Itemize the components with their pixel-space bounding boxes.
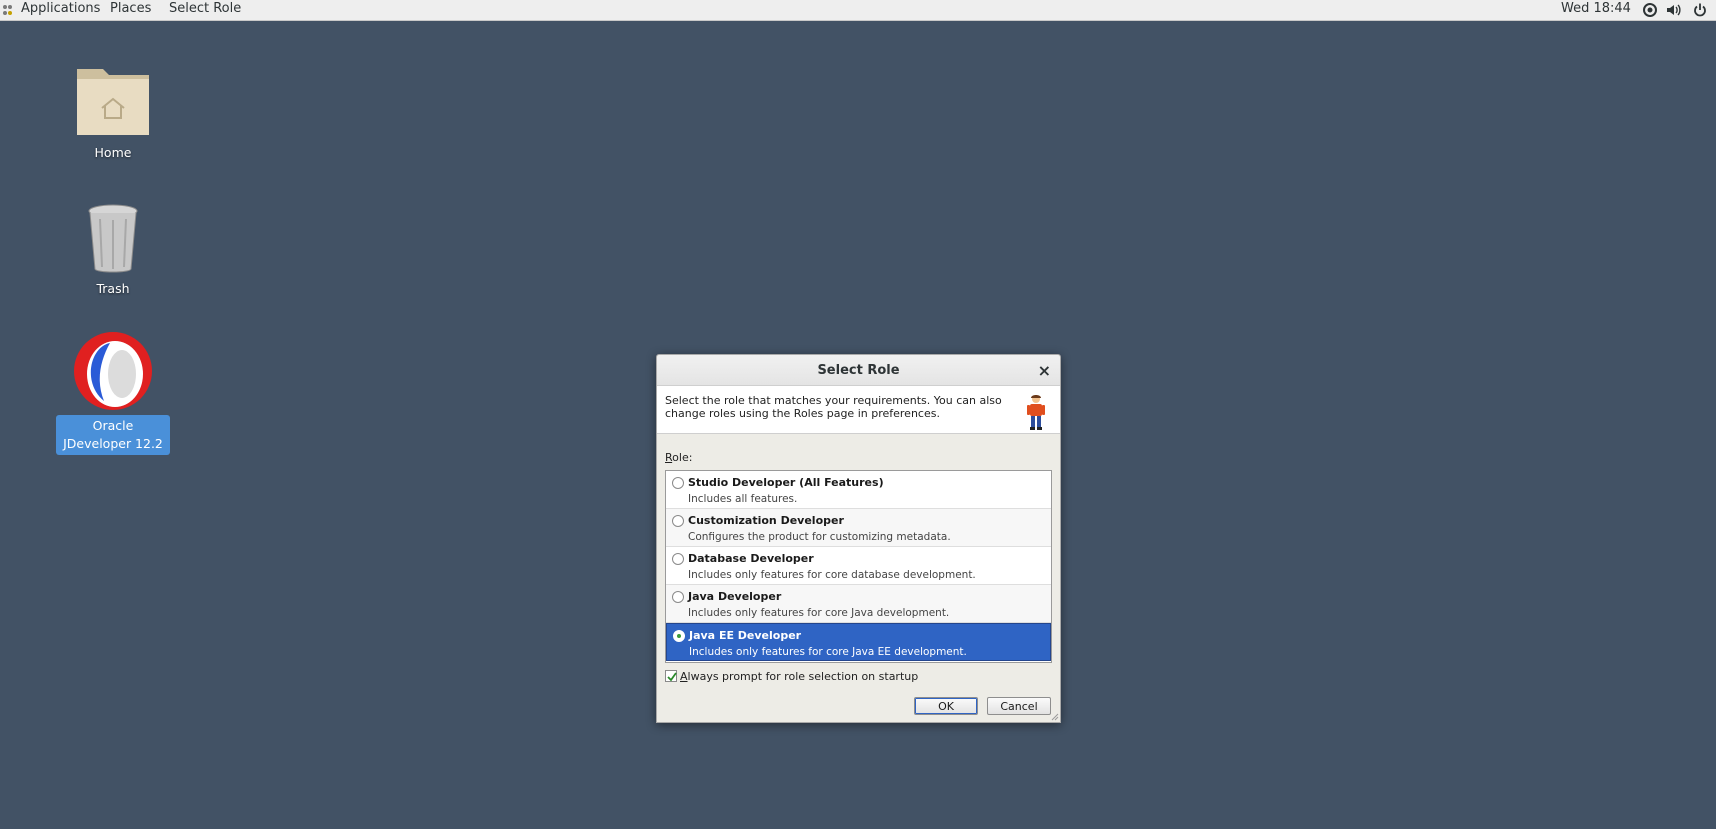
trash-icon [88, 204, 138, 273]
select-role-app-menu[interactable]: Select Role [169, 0, 241, 21]
network-icon[interactable] [1642, 2, 1658, 18]
close-icon[interactable]: × [1038, 355, 1051, 386]
role-option-studio-developer[interactable]: Studio Developer (All Features) Includes… [666, 471, 1051, 509]
role-description: Includes only features for core Java dev… [688, 607, 950, 619]
radio-button[interactable] [672, 477, 684, 489]
role-name: Database Developer [688, 552, 814, 565]
role-name: Studio Developer (All Features) [688, 476, 884, 489]
desktop-icon-label: Trash [96, 281, 130, 296]
role-name: Java EE Developer [689, 629, 802, 642]
resize-grip-icon[interactable] [1051, 713, 1059, 721]
checkbox[interactable] [665, 670, 677, 682]
role-person-icon [1027, 395, 1045, 430]
role-description: Includes only features for core database… [688, 569, 976, 581]
dialog-titlebar[interactable]: Select Role × [657, 355, 1060, 386]
places-menu[interactable]: Places [110, 0, 151, 21]
role-option-customization-developer[interactable]: Customization Developer Configures the p… [666, 509, 1051, 547]
applications-menu[interactable]: Applications [21, 0, 100, 21]
role-description: Includes all features. [688, 493, 798, 505]
volume-icon[interactable] [1665, 2, 1681, 18]
folder-home-icon [77, 69, 149, 135]
applications-icon [3, 5, 12, 15]
radio-button[interactable] [672, 515, 684, 527]
role-description: Includes only features for core Java EE … [689, 646, 967, 658]
top-panel: Applications Places Select Role Wed 18:4… [0, 0, 1716, 21]
ok-button[interactable]: OK [914, 697, 978, 715]
desktop-icon-trash[interactable]: Trash [56, 201, 170, 300]
role-label: Role: [665, 451, 693, 464]
role-list[interactable]: Studio Developer (All Features) Includes… [665, 470, 1052, 663]
role-name: Java Developer [688, 590, 782, 603]
desktop-icon-jdeveloper[interactable]: Oracle JDeveloper 12.2 [56, 330, 170, 455]
radio-button-selected[interactable] [673, 630, 685, 642]
role-description: Configures the product for customizing m… [688, 531, 951, 543]
dialog-header: Select the role that matches your requir… [657, 386, 1060, 434]
dialog-title: Select Role [817, 363, 900, 378]
radio-button[interactable] [672, 591, 684, 603]
desktop-icon-label: Home [94, 145, 132, 160]
clock[interactable]: Wed 18:44 [1561, 0, 1631, 18]
radio-button[interactable] [672, 553, 684, 565]
desktop-icon-home[interactable]: Home [56, 63, 170, 164]
checkmark-icon [667, 672, 677, 682]
always-prompt-checkbox[interactable]: Always prompt for role selection on star… [665, 670, 918, 683]
role-name: Customization Developer [688, 514, 844, 527]
role-option-database-developer[interactable]: Database Developer Includes only feature… [666, 547, 1051, 585]
jdeveloper-icon [74, 332, 152, 410]
cancel-button[interactable]: Cancel [987, 697, 1051, 715]
dialog-description: Select the role that matches your requir… [665, 394, 1002, 420]
select-role-dialog: Select Role × Select the role that match… [656, 354, 1061, 723]
power-icon[interactable] [1692, 2, 1708, 18]
role-option-java-developer[interactable]: Java Developer Includes only features fo… [666, 585, 1051, 623]
desktop-icon-label: Oracle JDeveloper 12.2 [56, 415, 170, 455]
role-option-java-ee-developer[interactable]: Java EE Developer Includes only features… [666, 623, 1051, 661]
